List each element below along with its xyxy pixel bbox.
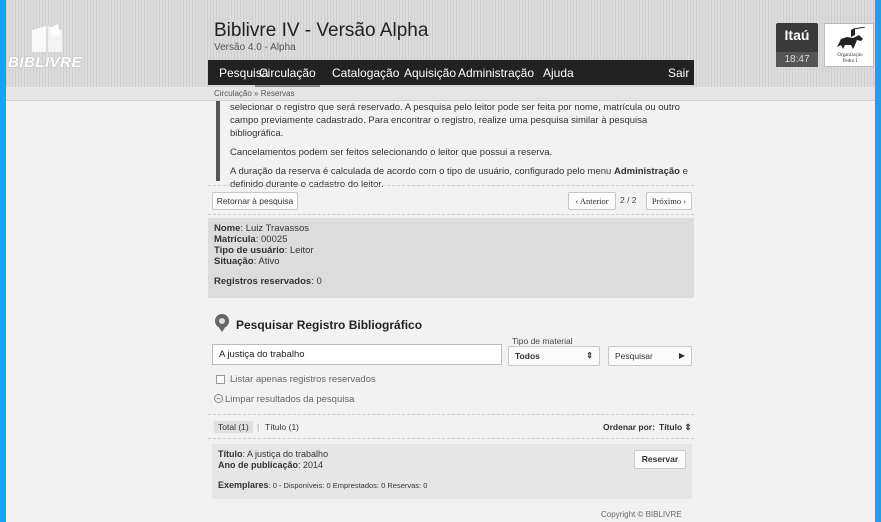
material-type-select[interactable]: Todos ⇕ [508,346,600,366]
help-paragraph: A duração da reserva é calculada de acor… [230,166,688,190]
result-copies: Exemplares: 0 - Disponíveis: 0 Emprestad… [218,480,428,490]
nav-administracao[interactable]: Administração [458,66,534,80]
bank-name: Itaú [784,27,810,43]
only-reserved-checkbox[interactable] [216,375,225,384]
breadcrumb-separator: » [254,89,259,98]
play-arrow-icon: ▶ [678,351,685,360]
help-text: selecionar o registro que será reservado… [216,101,692,190]
divider [208,185,694,186]
tab-title[interactable]: Título (1) [265,422,299,432]
logout-link[interactable]: Sair [668,66,689,80]
logo-text: BIBLIVRE [8,54,83,71]
only-reserved-label: Listar apenas registros reservados [230,374,376,385]
app-version: Versão 4.0 - Alpha [214,42,296,53]
breadcrumb-bar: Circulação » Reservas [6,87,875,101]
tab-total[interactable]: Total (1) [214,421,253,433]
reserve-button[interactable]: Reservar [634,450,686,469]
material-type-label: Tipo de material [512,336,573,346]
app-title: Biblivre IV - Versão Alpha [214,20,429,41]
search-button[interactable]: Pesquisar ▶ [608,346,692,366]
clock: 18:47 [776,52,818,67]
location-pin-icon [215,314,229,332]
copyright: Copyright © BIBLIVRE [601,510,682,519]
result-title: Título: A justiça do trabalho [218,449,329,459]
divider [208,414,694,415]
nav-circulacao[interactable]: Circulação [259,66,316,80]
horse-rider-icon [837,27,866,49]
result-item: Título: A justiça do trabalho Ano de pub… [212,444,692,499]
sort-select[interactable]: Título ⇕ [659,422,692,433]
result-tabs: Total (1) | Título (1) Ordenar por: Títu… [208,419,694,437]
sort-label: Ordenar por: [603,422,655,432]
tab-separator: | [257,422,260,432]
nav-aquisicao[interactable]: Aquisição [404,66,456,80]
result-year: Ano de publicação: 2014 [218,460,324,470]
nav-ajuda[interactable]: Ajuda [543,66,574,80]
reader-reserved-count: Registros reservados: 0 [214,276,322,287]
search-input[interactable] [212,344,502,365]
org-name-2: Pedro I [842,59,858,64]
help-paragraph: Cancelamentos podem ser feitos seleciona… [230,147,553,158]
clear-results-link[interactable]: Limpar resultados da pesquisa [225,394,354,405]
breadcrumb-section[interactable]: Circulação [214,89,252,98]
book-icon [32,24,62,52]
header: BIBLIVRE Biblivre IV - Versão Alpha Vers… [6,0,875,88]
nav-catalogacao[interactable]: Catalogação [332,66,399,80]
organization-logo: Organização Pedro I [824,23,874,67]
app-frame: BIBLIVRE Biblivre IV - Versão Alpha Vers… [6,0,875,522]
biblivre-logo[interactable]: BIBLIVRE [8,24,90,78]
breadcrumb-page: Reservas [260,89,295,98]
back-to-search-button[interactable]: Retornar à pesquisa [212,192,298,210]
previous-button[interactable]: ‹ Anterior [568,192,616,210]
reader-id: Matrícula: 00025 [214,234,288,245]
updown-icon: ⇕ [586,351,593,360]
reader-name: Nome: Luiz Travassos [214,223,310,234]
help-paragraph: selecionar o registro que será reservado… [230,102,680,139]
reader-info-panel: Nome: Luiz Travassos Matrícula: 00025 Ti… [208,218,694,298]
reader-type: Tipo de usuário: Leitor [214,245,314,256]
divider [208,438,694,439]
next-button[interactable]: Próximo › [646,192,692,210]
main-content: selecionar o registro que será reservado… [208,101,694,522]
reader-status: Situação: Ativo [214,256,280,267]
search-section-title: Pesquisar Registro Bibliográfico [236,318,423,332]
breadcrumb: Circulação » Reservas [214,89,295,98]
bank-logo: Itaú 18:47 [776,23,818,67]
minus-circle-icon[interactable]: − [214,394,223,403]
main-nav: Pesquisa Circulação Catalogação Aquisiçã… [208,60,694,88]
page-counter: 2 / 2 [620,195,637,205]
org-name: Organização [837,53,863,58]
divider [208,214,694,215]
